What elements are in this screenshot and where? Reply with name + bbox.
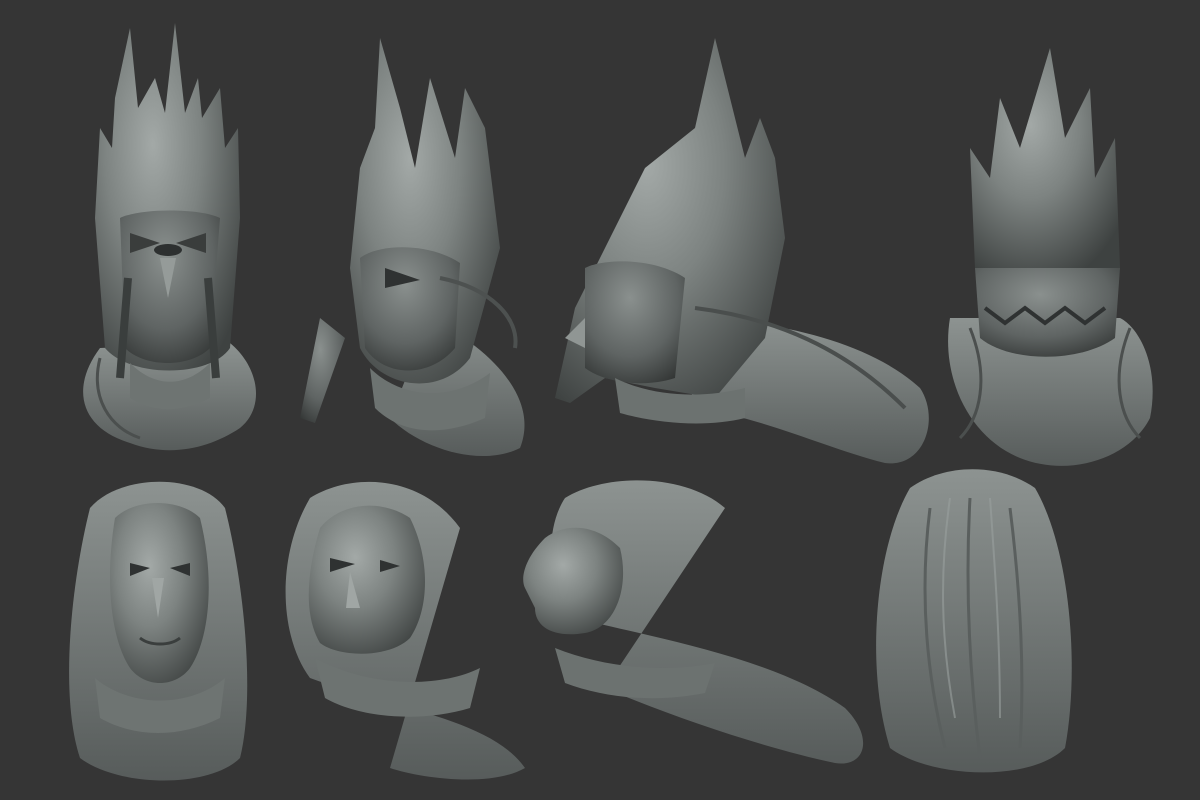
helmeted-front-view [60, 18, 275, 480]
helmeted-back-view [930, 18, 1155, 480]
helmeted-three-quarter-view [290, 18, 545, 480]
unhelmeted-back-view [860, 468, 1085, 786]
helmeted-profile-view [545, 18, 940, 480]
sculpt-turnaround-sheet [0, 0, 1200, 800]
unhelmeted-three-quarter-view [270, 468, 530, 786]
unhelmeted-profile-view [515, 468, 875, 786]
unhelmeted-front-view [60, 468, 255, 786]
